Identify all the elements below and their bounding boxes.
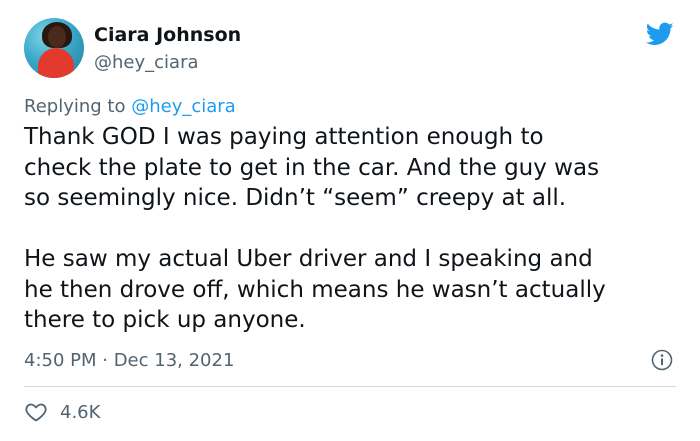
avatar-head: [48, 26, 66, 48]
author-name[interactable]: Ciara Johnson: [94, 24, 241, 46]
avatar[interactable]: [24, 18, 84, 78]
heart-icon: [25, 403, 47, 422]
info-icon[interactable]: [651, 349, 673, 371]
tweet-line: He saw my actual Uber driver and I speak…: [24, 246, 593, 272]
replying-to-handle[interactable]: @hey_ciara: [131, 96, 236, 117]
tweet-line: Thank GOD I was paying attention enough …: [24, 124, 544, 150]
tweet-line: there to pick up anyone.: [24, 307, 306, 333]
tweet-timestamp[interactable]: 4:50 PM · Dec 13, 2021: [24, 350, 234, 371]
avatar-body: [38, 48, 74, 78]
author-handle[interactable]: @hey_ciara: [94, 52, 199, 73]
twitter-bird-icon[interactable]: [644, 20, 676, 48]
tweet-line: check the plate to get in the car. And t…: [24, 154, 600, 181]
like-button[interactable]: 4.6K: [24, 398, 100, 426]
replying-to: Replying to @hey_ciara: [24, 96, 236, 117]
tweet-card: Ciara Johnson @hey_ciara Replying to @he…: [0, 0, 700, 441]
like-count: 4.6K: [60, 401, 101, 423]
replying-to-label: Replying to: [24, 96, 126, 117]
tweet-text: Thank GOD I was paying attention enough …: [24, 122, 684, 336]
tweet-line: so seemingly nice. Didn’t “seem” creepy …: [24, 185, 567, 211]
tweet-line: he then drove off, which means he wasn’t…: [24, 276, 606, 303]
divider: [24, 386, 676, 387]
